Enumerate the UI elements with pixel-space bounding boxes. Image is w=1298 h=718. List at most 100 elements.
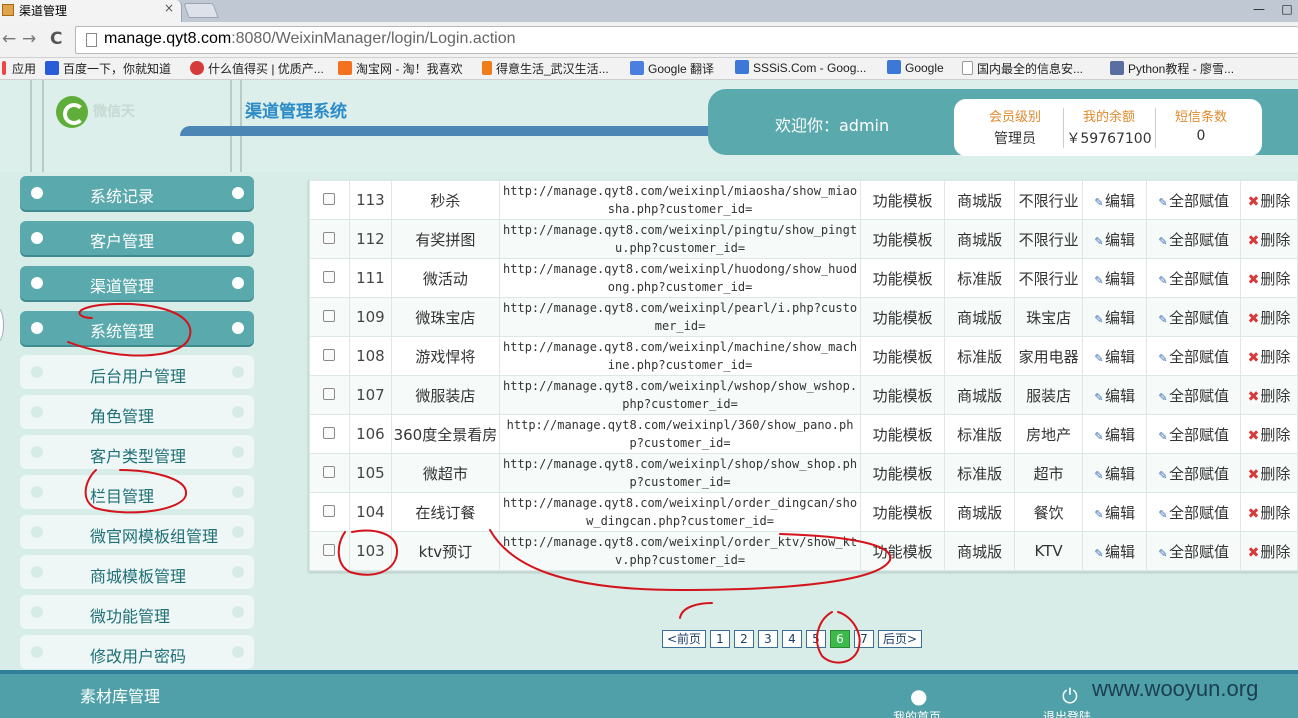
edit-link[interactable]: ✎编辑 [1094, 348, 1135, 366]
row-checkbox[interactable] [323, 427, 336, 439]
delete-link[interactable]: ✖删除 [1248, 231, 1291, 249]
delete-link[interactable]: ✖删除 [1248, 309, 1291, 327]
bookmark-python[interactable]: Python教程 - 廖雪... [1110, 60, 1234, 77]
assign-all-link[interactable]: ✎全部赋值 [1158, 465, 1229, 483]
edit-link[interactable]: ✎编辑 [1094, 426, 1135, 444]
row-checkbox[interactable] [323, 544, 336, 556]
bookmark-google[interactable]: Google [887, 60, 944, 75]
page-button[interactable]: 2 [734, 630, 754, 648]
row-select-cell [309, 453, 350, 493]
edit-link[interactable]: ✎编辑 [1094, 465, 1135, 483]
row-checkbox[interactable] [323, 271, 336, 283]
sidebar-subitem-admin-users[interactable]: 后台用户管理 [20, 355, 254, 389]
page-button[interactable]: 7 [854, 630, 874, 648]
row-id: 104 [348, 492, 392, 532]
edit-link[interactable]: ✎编辑 [1094, 543, 1135, 561]
delete-link[interactable]: ✖删除 [1248, 504, 1291, 522]
row-url: http://manage.qyt8.com/weixinpl/360/show… [498, 414, 862, 454]
page-button[interactable]: 1 [710, 630, 730, 648]
row-type: 功能模板 [860, 336, 946, 376]
page-button-current[interactable]: 6 [830, 630, 850, 648]
material-library-link[interactable]: 素材库管理 [80, 683, 160, 707]
assign-all-link[interactable]: ✎全部赋值 [1158, 309, 1229, 327]
row-url: http://manage.qyt8.com/weixinpl/order_di… [498, 492, 862, 532]
row-checkbox[interactable] [323, 388, 336, 400]
back-icon[interactable]: ← [2, 29, 16, 49]
delete-link[interactable]: ✖删除 [1248, 465, 1291, 483]
row-delete-cell: ✖删除 [1239, 258, 1298, 298]
delete-link[interactable]: ✖删除 [1248, 192, 1291, 210]
home-link[interactable]: 我的首页 [893, 708, 941, 718]
delete-link[interactable]: ✖删除 [1248, 543, 1291, 561]
bookmark-apps[interactable]: 应用 [2, 60, 36, 77]
sidebar-item-system[interactable]: 系统管理 [20, 311, 254, 345]
assign-all-link[interactable]: ✎全部赋值 [1158, 504, 1229, 522]
bookmark-sssis[interactable]: SSSiS.Com - Goog... [735, 60, 866, 75]
row-checkbox[interactable] [323, 466, 336, 478]
edit-link[interactable]: ✎编辑 [1094, 192, 1135, 210]
bookmark-infosec[interactable]: 国内最全的信息安... [962, 60, 1083, 77]
google-icon [887, 60, 901, 74]
assign-all-link[interactable]: ✎全部赋值 [1158, 192, 1229, 210]
assign-all-link[interactable]: ✎全部赋值 [1158, 231, 1229, 249]
browser-tab[interactable]: 渠道管理 × [0, 0, 182, 22]
sidebar-item-customers[interactable]: 客户管理 [20, 221, 254, 255]
row-checkbox[interactable] [323, 193, 336, 205]
bookmark-deyi[interactable]: 得意生活_武汉生活... [482, 60, 609, 77]
bullet-icon [232, 187, 244, 199]
sidebar-toggle[interactable] [0, 308, 4, 342]
row-checkbox[interactable] [323, 232, 336, 244]
row-type: 功能模板 [860, 453, 946, 493]
bookmark-baidu[interactable]: 百度一下，你就知道 [45, 60, 171, 77]
forward-icon[interactable]: → [22, 29, 36, 49]
sidebar-subitem-roles[interactable]: 角色管理 [20, 395, 254, 429]
sidebar-subitem-features[interactable]: 微功能管理 [20, 595, 254, 629]
maximize-icon[interactable]: □ [1274, 0, 1298, 20]
assign-all-link[interactable]: ✎全部赋值 [1158, 543, 1229, 561]
sidebar-subitem-mall-templates[interactable]: 商城模板管理 [20, 555, 254, 589]
row-edit-cell: ✎编辑 [1082, 180, 1148, 220]
next-page-button[interactable]: 后页> [878, 630, 922, 648]
minimize-icon[interactable]: — [1246, 0, 1272, 20]
url-input[interactable]: manage.qyt8.com:8080/WeixinManager/login… [75, 26, 1298, 54]
tab-close-icon[interactable]: × [164, 1, 174, 15]
sidebar-item-channels[interactable]: 渠道管理 [20, 266, 254, 300]
sidebar-subitem-columns[interactable]: 栏目管理 [20, 475, 254, 509]
sidebar-subitem-customer-types[interactable]: 客户类型管理 [20, 435, 254, 469]
edit-link[interactable]: ✎编辑 [1094, 309, 1135, 327]
page-button[interactable]: 4 [782, 630, 802, 648]
row-checkbox[interactable] [323, 310, 336, 322]
bookmark-smzdm[interactable]: 什么值得买 | 优质产... [190, 60, 324, 77]
delete-x-icon: ✖ [1247, 193, 1260, 210]
assign-all-link[interactable]: ✎全部赋值 [1158, 426, 1229, 444]
assign-all-link[interactable]: ✎全部赋值 [1158, 348, 1229, 366]
power-icon[interactable]: ⏻ [1062, 684, 1078, 708]
prev-page-button[interactable]: <前页 [662, 630, 706, 648]
row-checkbox[interactable] [323, 349, 336, 361]
edit-link[interactable]: ✎编辑 [1094, 231, 1135, 249]
table-row: 111 微活动 http://manage.qyt8.com/weixinpl/hu… [309, 258, 1298, 298]
sidebar-subitem-change-password[interactable]: 修改用户密码 [20, 635, 254, 669]
edit-link[interactable]: ✎编辑 [1094, 504, 1135, 522]
bookmark-taobao[interactable]: 淘宝网 - 淘！我喜欢 [338, 60, 463, 77]
delete-link[interactable]: ✖删除 [1248, 387, 1291, 405]
logout-link[interactable]: 退出登陆 [1043, 708, 1091, 718]
new-tab-button[interactable] [183, 3, 219, 18]
delete-link[interactable]: ✖删除 [1248, 426, 1291, 444]
edit-link[interactable]: ✎编辑 [1094, 387, 1135, 405]
reload-icon[interactable]: C [50, 29, 62, 49]
assign-all-link[interactable]: ✎全部赋值 [1158, 387, 1229, 405]
edit-link[interactable]: ✎编辑 [1094, 270, 1135, 288]
table-row: 104 在线订餐 http://manage.qyt8.com/weixinpl/o… [309, 492, 1298, 532]
bullet-icon [232, 606, 244, 618]
page-button[interactable]: 5 [806, 630, 826, 648]
sidebar-subitem-microsite-templates[interactable]: 微官网模板组管理 [20, 515, 254, 549]
delete-link[interactable]: ✖删除 [1248, 270, 1291, 288]
sidebar-item-system-log[interactable]: 系统记录 [20, 176, 254, 210]
delete-link[interactable]: ✖删除 [1248, 348, 1291, 366]
row-checkbox[interactable] [323, 505, 336, 517]
assign-all-link[interactable]: ✎全部赋值 [1158, 270, 1229, 288]
page-button[interactable]: 3 [758, 630, 778, 648]
user-home-icon[interactable]: ● [910, 684, 927, 708]
bookmark-google-translate[interactable]: Google 翻译 [630, 60, 714, 77]
